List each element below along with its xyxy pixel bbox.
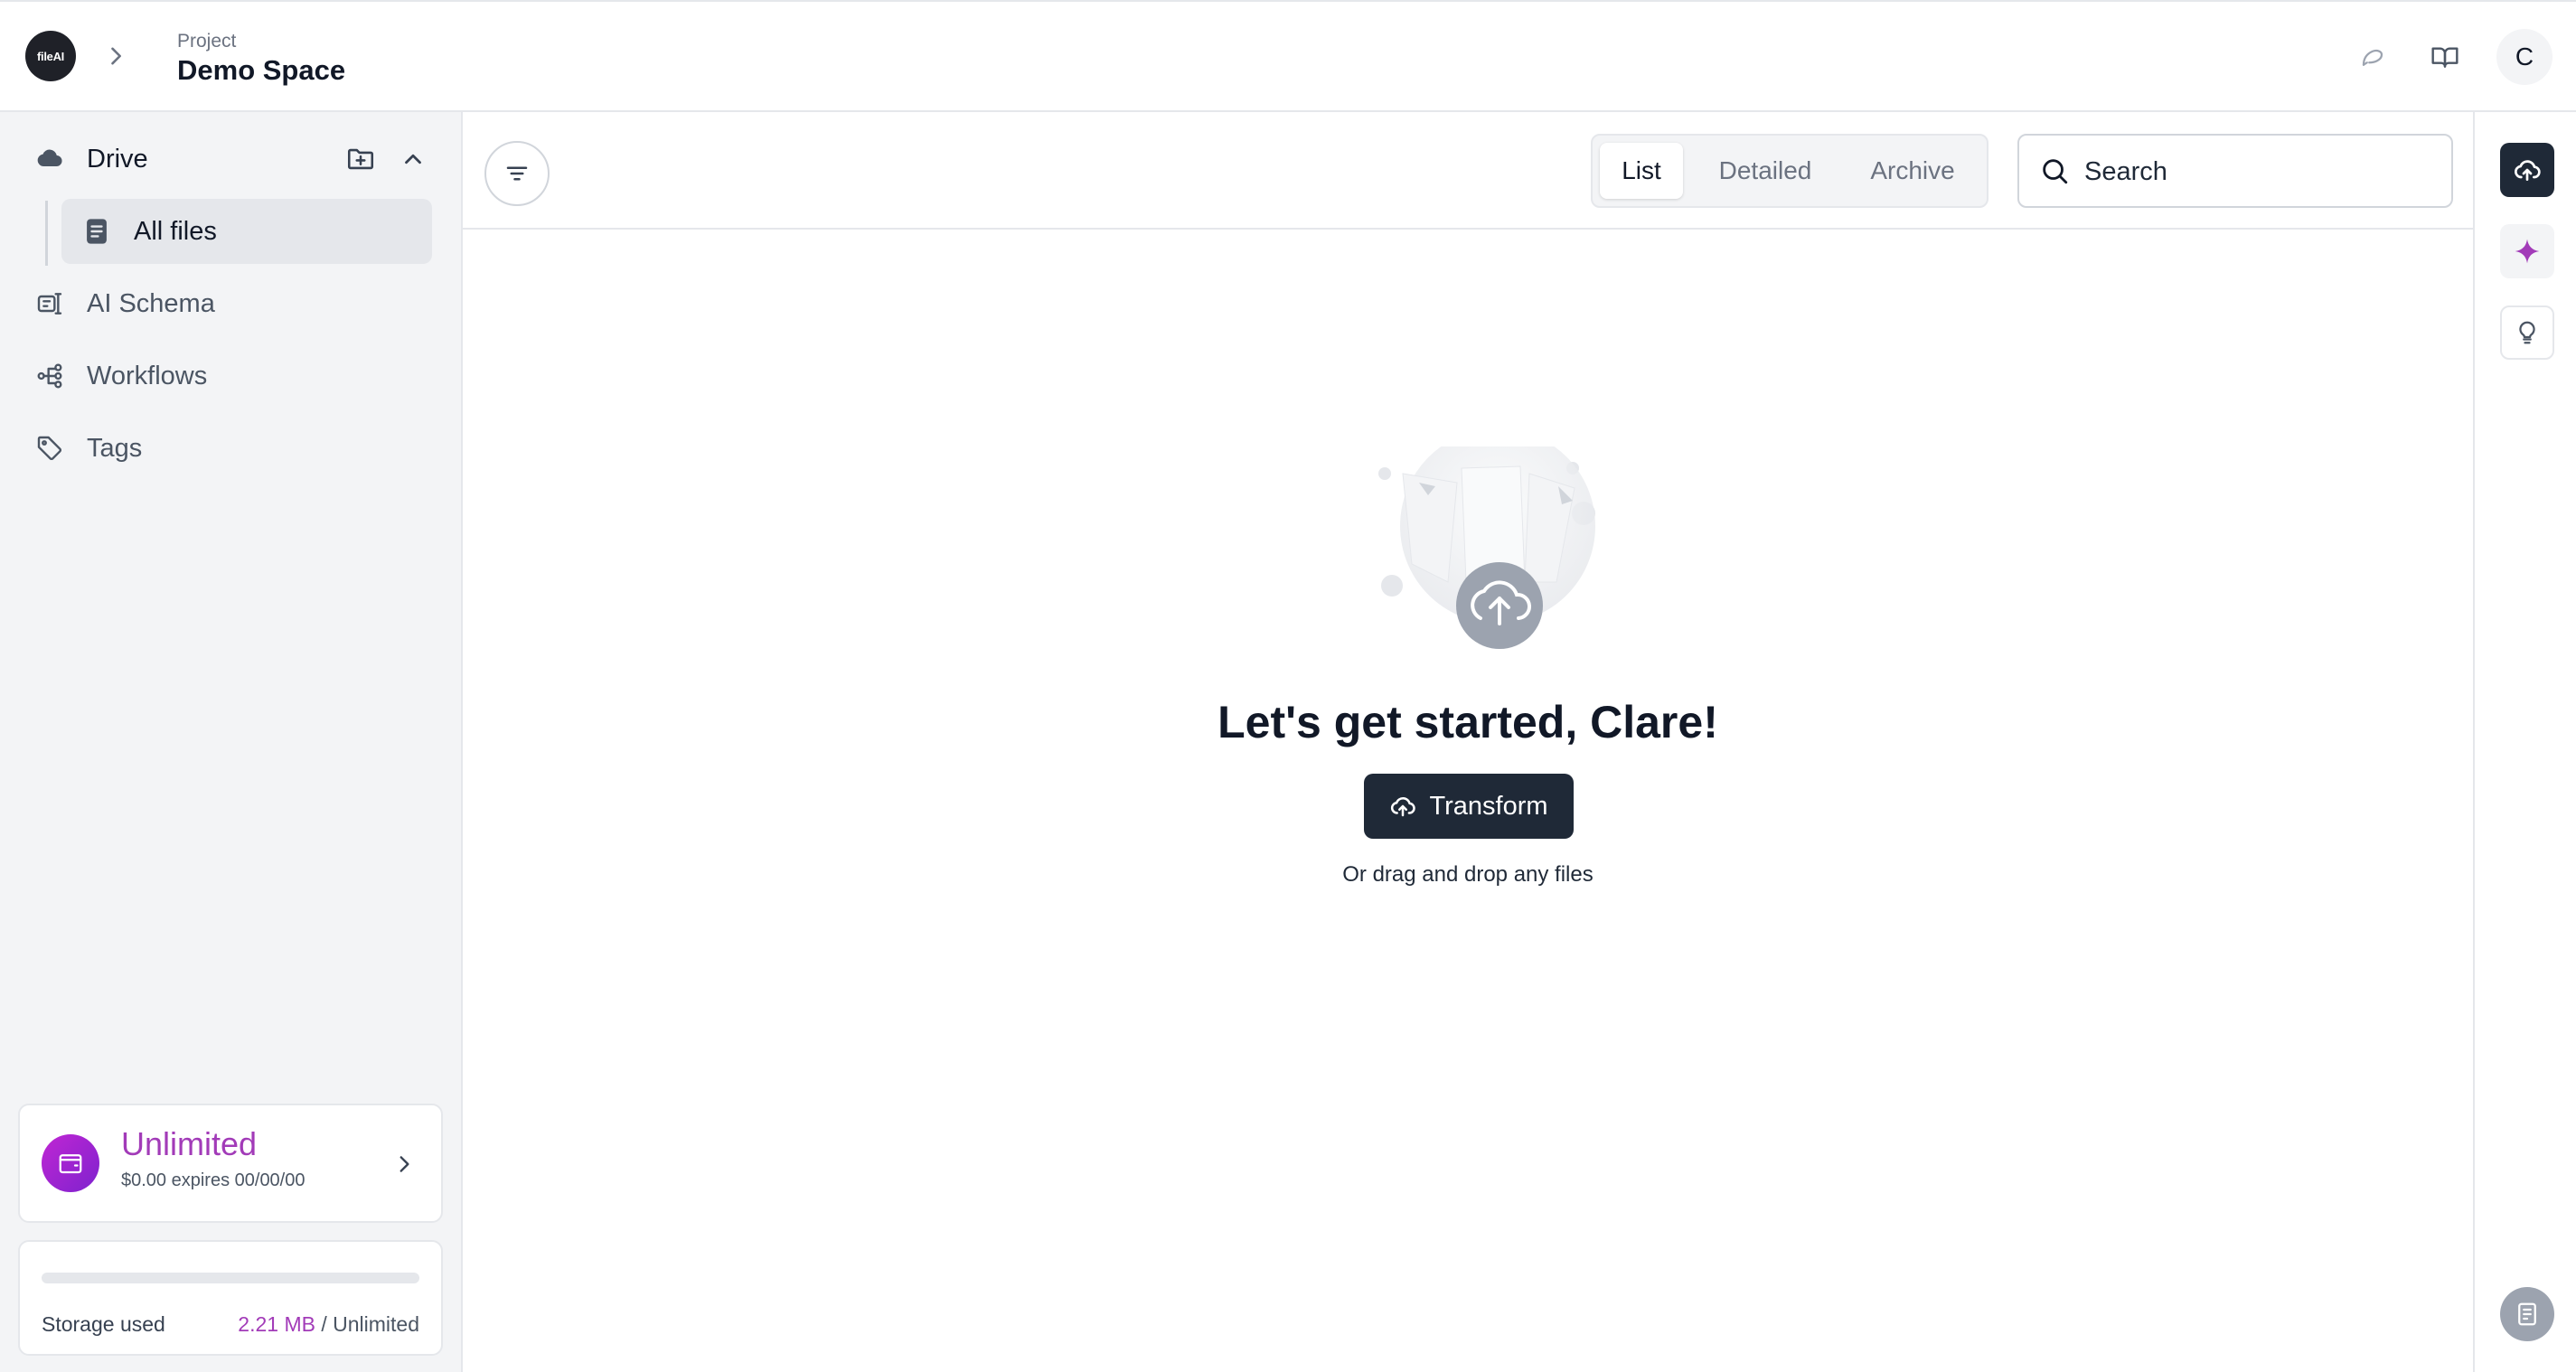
chevron-right-icon[interactable]: [103, 43, 128, 69]
sidebar-item-label: Tags: [87, 433, 143, 463]
chevron-right-icon: [400, 1156, 409, 1172]
tips-button[interactable]: [2500, 305, 2554, 360]
storage-used: 2.21 MB: [238, 1312, 315, 1336]
sidebar-item-label: Drive: [87, 144, 148, 174]
notes-button[interactable]: [2500, 1287, 2554, 1341]
toolbar: List Detailed Archive Search: [463, 112, 2473, 230]
sidebar-item-all-files[interactable]: All files: [61, 199, 432, 264]
empty-state-subtitle: Or drag and drop any files: [1342, 862, 1594, 887]
transform-button-label: Transform: [1429, 791, 1548, 821]
empty-state-title: Let's get started, Clare!: [1217, 697, 1718, 747]
storage-total: Unlimited: [333, 1312, 419, 1336]
sidebar-item-label: Workflows: [87, 361, 208, 390]
sidebar-item-workflows[interactable]: Workflows: [0, 349, 463, 403]
plan-card[interactable]: Unlimited $0.00 expires 00/00/00: [18, 1104, 443, 1223]
chat-icon[interactable]: [2357, 42, 2388, 72]
project-label: Project: [177, 31, 237, 52]
tag-icon: [34, 433, 65, 464]
empty-upload-illustration: [1378, 446, 1595, 649]
lightbulb-icon: [2519, 321, 2535, 344]
document-icon: [81, 216, 112, 247]
user-avatar[interactable]: C: [2496, 29, 2552, 85]
cloud-upload-icon: [1391, 796, 1416, 817]
workflow-icon: [34, 361, 65, 391]
app-header: fileAI Project Demo Space C: [0, 0, 2576, 112]
filter-icon: [506, 166, 528, 181]
storage-value: 2.21 MB / Unlimited: [238, 1312, 419, 1337]
project-name[interactable]: Demo Space: [177, 54, 345, 87]
sidebar-item-label: AI Schema: [87, 288, 215, 318]
storage-separator: /: [315, 1312, 334, 1336]
wallet-icon: [42, 1134, 99, 1192]
tree-line: [45, 201, 48, 266]
cloud-icon: [34, 144, 65, 174]
new-folder-icon[interactable]: [345, 144, 376, 174]
tab-list[interactable]: List: [1600, 143, 1683, 199]
search-placeholder: Search: [2084, 157, 2167, 186]
storage-card: Storage used 2.21 MB / Unlimited: [18, 1240, 443, 1356]
filter-button[interactable]: [484, 141, 550, 206]
sidebar-item-tags[interactable]: Tags: [0, 421, 463, 475]
sidebar: Drive All files AI Schema Workflows Tags: [0, 112, 463, 1372]
chevron-up-icon[interactable]: [400, 146, 427, 173]
sidebar-item-drive[interactable]: Drive: [0, 132, 463, 186]
transform-button[interactable]: Transform: [1364, 774, 1574, 839]
sidebar-item-ai-schema[interactable]: AI Schema: [0, 277, 463, 331]
app-logo[interactable]: fileAI: [25, 31, 76, 81]
right-rail: [2473, 112, 2576, 1372]
search-input[interactable]: Search: [2017, 134, 2453, 208]
book-icon[interactable]: [2430, 42, 2460, 72]
sidebar-item-label: All files: [134, 216, 217, 246]
cloud-upload-icon: [2515, 160, 2541, 181]
storage-progress-bar: [42, 1273, 419, 1283]
storage-label: Storage used: [42, 1312, 165, 1336]
main-content: List Detailed Archive Search Let's get s…: [463, 112, 2473, 1372]
view-switcher: List Detailed Archive: [1591, 134, 1988, 208]
schema-icon: [34, 288, 65, 319]
notes-icon: [2518, 1302, 2536, 1326]
upload-button[interactable]: [2500, 143, 2554, 197]
plan-expiry: $0.00 expires 00/00/00: [121, 1170, 306, 1190]
tab-archive[interactable]: Archive: [1849, 143, 1976, 199]
ai-assistant-button[interactable]: [2500, 224, 2554, 278]
sparkle-icon: [2515, 239, 2540, 264]
plan-title: Unlimited: [121, 1125, 258, 1162]
tab-detailed[interactable]: Detailed: [1697, 143, 1833, 199]
search-icon: [2043, 159, 2068, 184]
